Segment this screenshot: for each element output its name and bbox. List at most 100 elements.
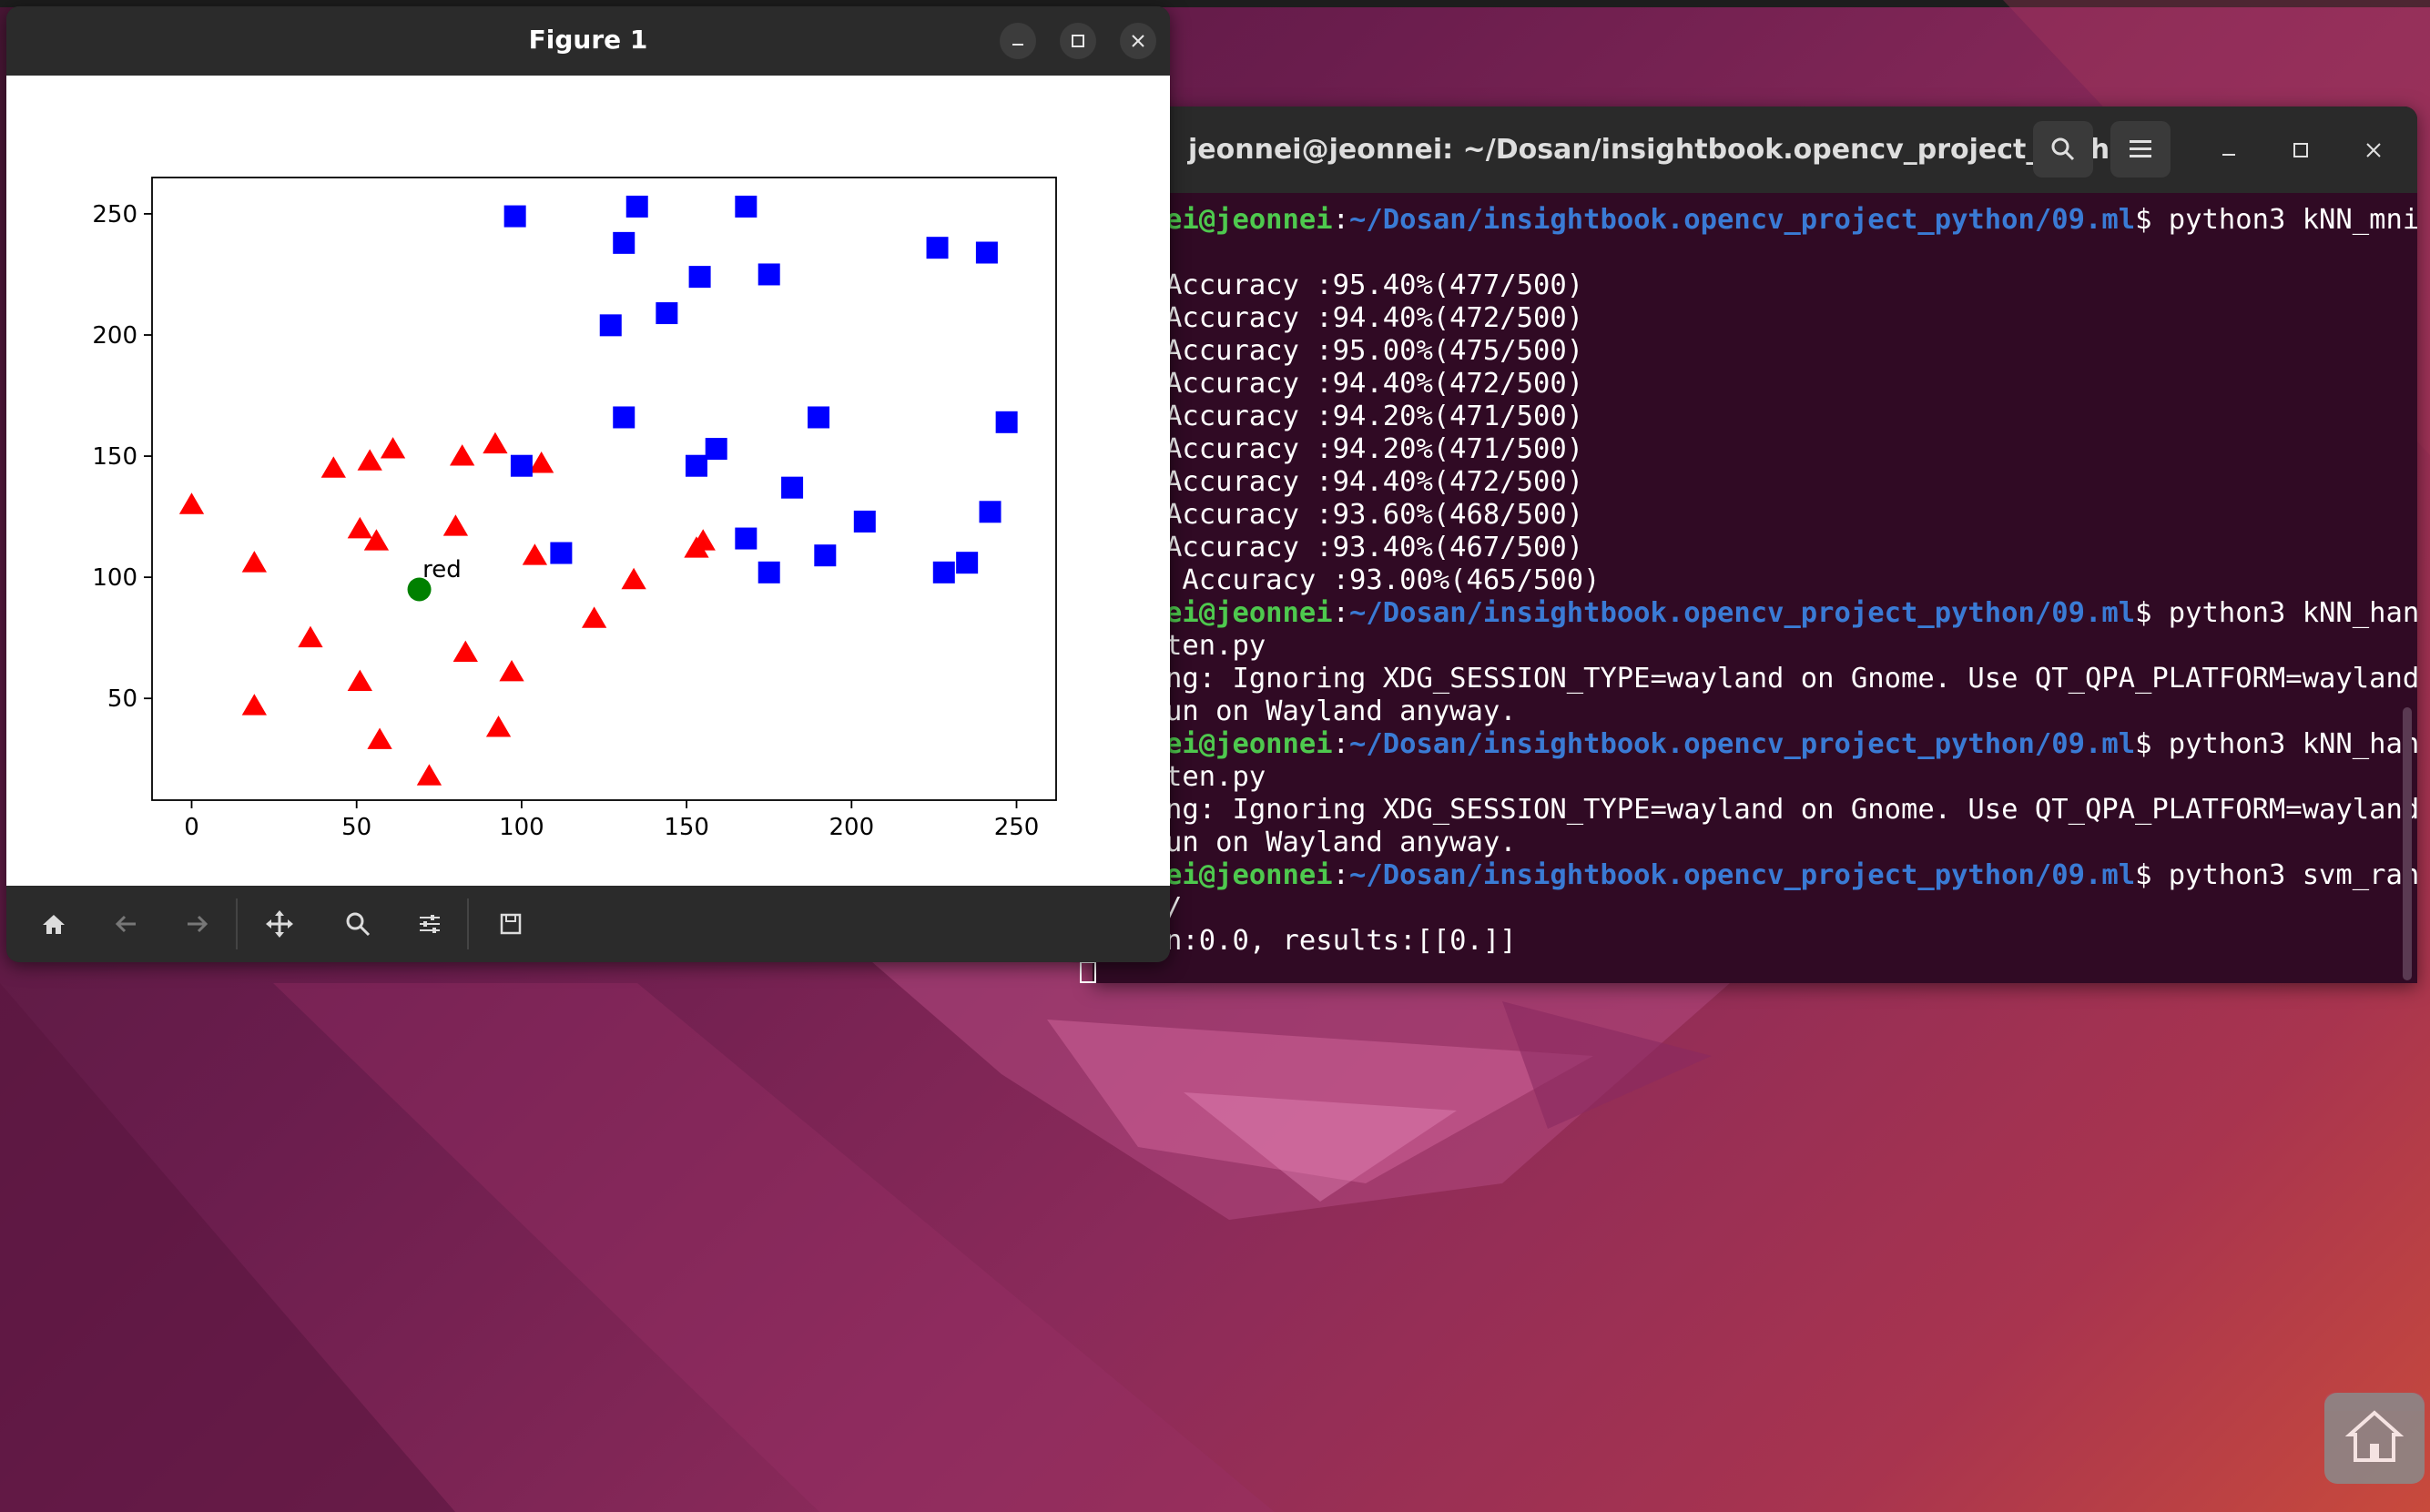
terminal-line: Accuracy :93.60%(468/500) (1165, 499, 1583, 532)
terminal-text: ng: Ignoring XDG_SESSION_TYPE=wayland on… (1165, 794, 2417, 826)
red-triangle-point (621, 567, 646, 590)
figure-window[interactable]: Figure 1 0 50 100 150 200 250 50 100 150 200 250 re… (6, 6, 1170, 962)
terminal-text: ten.py (1165, 761, 1266, 793)
blue-square-point (757, 263, 780, 286)
blue-square-point (808, 406, 830, 429)
terminal-maximize-button[interactable] (2281, 130, 2321, 170)
save-button[interactable] (491, 904, 531, 944)
blue-square-point (688, 266, 711, 289)
red-triangle-point (380, 437, 406, 459)
blue-square-point (685, 454, 707, 477)
terminal-minimize-button[interactable] (2209, 130, 2249, 170)
terminal-header[interactable]: jeonnei@jeonnei: ~/Dosan/insightbook.ope… (1093, 107, 2417, 193)
terminal-text: ei@jeonnei (1165, 204, 1333, 236)
terminal-text: : (1332, 859, 1350, 891)
terminal-line: Accuracy :94.20%(471/500) (1165, 433, 1583, 466)
x-tick-label: 150 (664, 814, 709, 841)
terminal-text: Accuracy :94.40%(472/500) (1165, 368, 1584, 400)
figure-minimize-button[interactable] (1000, 23, 1036, 59)
figure-maximize-button[interactable] (1060, 23, 1096, 59)
blue-square-point (735, 195, 757, 218)
terminal-line: ten.py (1165, 761, 1266, 794)
terminal-line: ei@jeonnei:~/Dosan/insightbook.opencv_pr… (1165, 204, 2417, 237)
terminal-line: un on Wayland anyway. (1165, 695, 1517, 728)
terminal-line: Accuracy :93.40%(467/500) (1165, 532, 1583, 564)
red-triangle-point (298, 625, 323, 648)
terminal-text: Accuracy :94.20%(471/500) (1165, 401, 1584, 432)
terminal-line: n:0.0, results:[[0.]] (1165, 925, 1517, 958)
blue-square-point (853, 510, 876, 533)
terminal-line: Accuracy :95.40%(477/500) (1165, 269, 1583, 302)
forward-icon (188, 915, 208, 933)
red-triangle-point (528, 452, 554, 473)
terminal-line: un on Wayland anyway. (1165, 827, 1517, 859)
blue-square-point (656, 302, 678, 325)
home-icon (43, 915, 65, 934)
terminal-text: Accuracy :95.00%(475/500) (1165, 335, 1584, 367)
terminal-text: ~/Dosan/insightbook.opencv_project_pytho… (1349, 859, 2136, 891)
blue-square-point (503, 205, 526, 228)
terminal-line: Accuracy :95.00%(475/500) (1165, 335, 1583, 368)
red-triangle-point (499, 659, 524, 682)
configure-subplots-button[interactable] (410, 904, 450, 944)
figure-toolbar (6, 886, 1170, 962)
terminal-text: ei@jeonnei (1165, 728, 1333, 760)
terminal-text: $ python3 svm_ran (2135, 859, 2417, 891)
annotation-label: red (422, 556, 462, 583)
terminal-text: ~/Dosan/insightbook.opencv_project_pytho… (1349, 597, 2136, 629)
back-button[interactable] (106, 904, 146, 944)
search-icon (2051, 137, 2075, 161)
home-button[interactable] (34, 904, 74, 944)
x-tick-label: 50 (341, 814, 371, 841)
forward-button[interactable] (178, 904, 218, 944)
terminal-text: : (1332, 204, 1350, 236)
home-folder-icon (2344, 1410, 2405, 1462)
blue-square-point (599, 314, 622, 337)
terminal-line: Accuracy :94.20%(471/500) (1165, 401, 1583, 433)
red-triangle-point (347, 516, 372, 539)
terminal-text: Accuracy :93.40%(467/500) (1165, 532, 1584, 563)
terminal-menu-button[interactable] (2110, 121, 2171, 178)
terminal-text: ei@jeonnei (1165, 859, 1333, 891)
terminal-line: Accuracy :94.40%(472/500) (1165, 302, 1583, 335)
terminal-text: Accuracy :94.40%(472/500) (1165, 466, 1584, 498)
blue-square-point (510, 454, 533, 477)
terminal-text: ~/Dosan/insightbook.opencv_project_pytho… (1349, 204, 2136, 236)
blue-square-point (705, 438, 727, 461)
terminal-line: ng: Ignoring XDG_SESSION_TYPE=wayland on… (1165, 663, 2417, 695)
blue-square-point (613, 406, 635, 429)
terminal-text: : (1332, 728, 1350, 760)
terminal-scrollbar[interactable] (2403, 707, 2412, 980)
figure-header[interactable]: Figure 1 (6, 6, 1170, 76)
blue-square-point (979, 501, 1001, 523)
figure-canvas[interactable]: 0 50 100 150 200 250 50 100 150 200 250 red (6, 76, 1170, 886)
text-cursor (1080, 961, 1096, 983)
blue-square-point (613, 231, 635, 254)
close-icon (2366, 143, 2381, 157)
red-triangle-point (416, 764, 442, 786)
terminal-line: ei@jeonnei:~/Dosan/insightbook.opencv_pr… (1165, 859, 2417, 892)
red-triangle-point (347, 669, 372, 691)
red-triangle-point (690, 529, 716, 551)
red-triangle-point (357, 449, 382, 471)
terminal-search-button[interactable] (2033, 121, 2093, 178)
terminal-line: ng: Ignoring XDG_SESSION_TYPE=wayland on… (1165, 794, 2417, 827)
zoom-button[interactable] (338, 904, 378, 944)
terminal-window[interactable]: jeonnei@jeonnei: ~/Dosan/insightbook.ope… (1093, 107, 2417, 983)
terminal-text: Accuracy :93.00%(465/500) (1165, 564, 1601, 596)
red-triangle-point (241, 551, 267, 573)
terminal-output[interactable]: ei@jeonnei:~/Dosan/insightbook.opencv_pr… (1093, 193, 2417, 983)
terminal-text: un on Wayland anyway. (1165, 695, 1517, 727)
blue-square-point (932, 561, 955, 583)
terminal-line: ei@jeonnei:~/Dosan/insightbook.opencv_pr… (1165, 597, 2417, 630)
figure-close-button[interactable] (1120, 23, 1156, 59)
terminal-text: $ python3 kNN_han (2135, 728, 2417, 760)
red-triangle-point (178, 492, 205, 514)
red-triangle-point (367, 727, 392, 749)
pan-button[interactable] (259, 904, 300, 944)
y-tick-label: 100 (92, 564, 137, 592)
zoom-icon (346, 912, 371, 937)
home-folder-button[interactable] (2324, 1393, 2425, 1484)
terminal-close-button[interactable] (2354, 130, 2394, 170)
scatter-plot[interactable]: 0 50 100 150 200 250 50 100 150 200 250 red (6, 76, 1170, 886)
